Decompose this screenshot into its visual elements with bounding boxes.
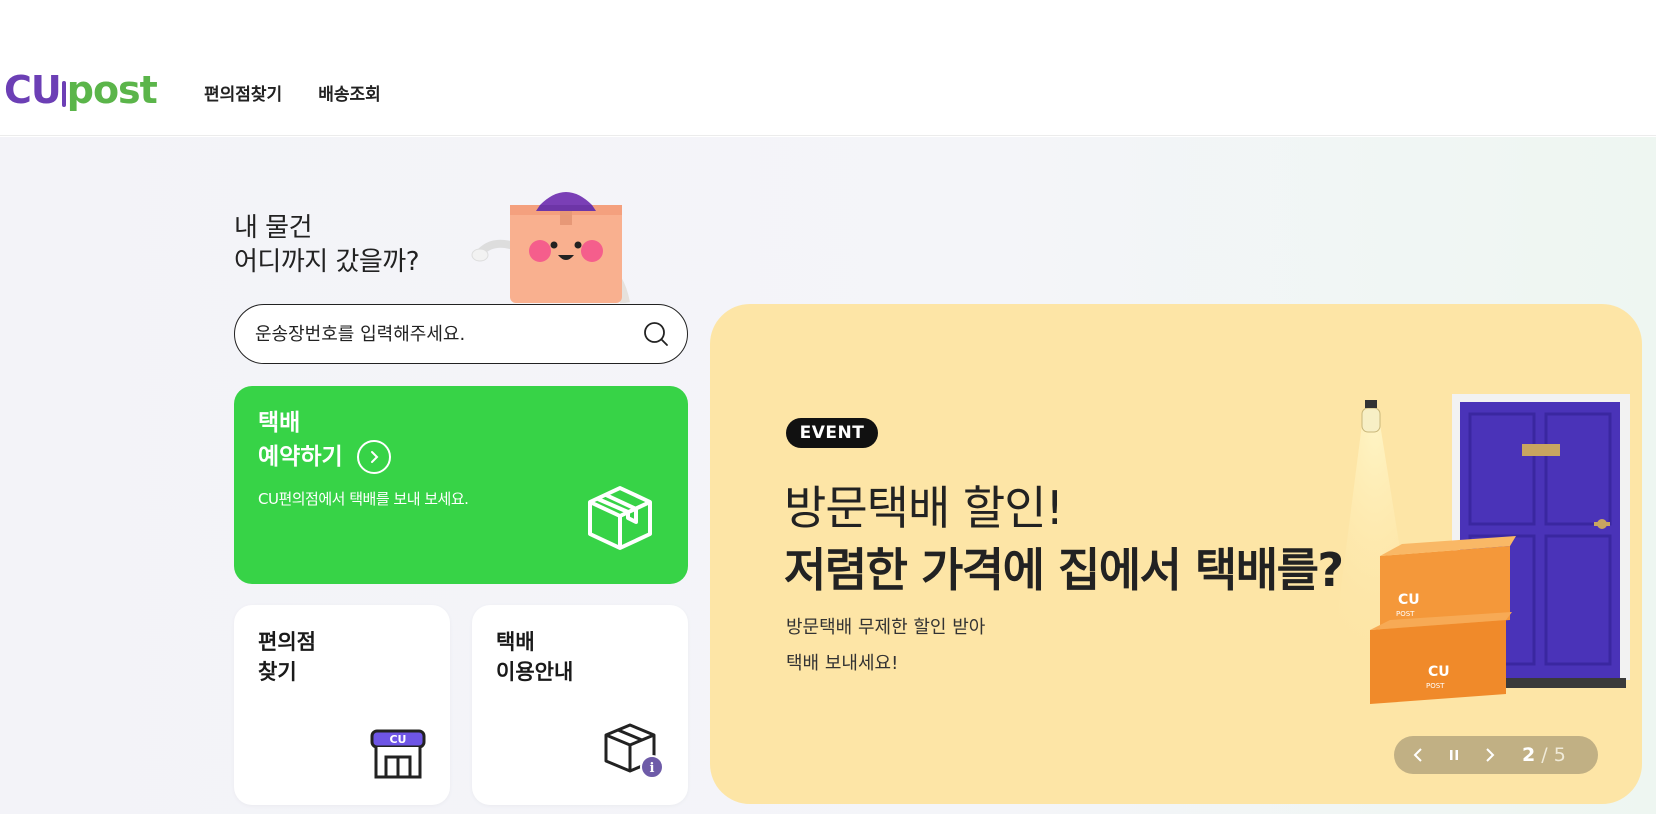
tracking-search-box — [234, 304, 688, 364]
nav-find-store[interactable]: 편의점찾기 — [204, 80, 282, 105]
next-slide-button[interactable] — [1482, 747, 1498, 763]
find-store-card-line2: 찾기 — [258, 660, 297, 684]
main-nav: 편의점찾기 배송조회 — [204, 80, 381, 105]
find-store-card[interactable]: 편의점 찾기 CU — [234, 605, 450, 805]
pause-slide-button[interactable] — [1446, 747, 1462, 763]
cupost-logo[interactable]: CU post — [4, 68, 158, 112]
logo-cu-text: CU — [4, 68, 62, 112]
site-header: CU post 편의점찾기 배송조회 — [0, 0, 1656, 136]
event-badge: EVENT — [786, 418, 878, 448]
search-icon[interactable] — [643, 321, 669, 347]
slide-separator: / — [1541, 744, 1548, 766]
box-label-top: CU — [1398, 592, 1420, 608]
box-sublabel-bottom: POST — [1426, 682, 1445, 690]
guide-card-line1: 택배 — [496, 630, 535, 654]
parcel-info-icon: i — [604, 723, 664, 779]
hero-title: 내 물건 어디까지 갔을까? — [234, 211, 420, 279]
parcel-box-icon — [588, 486, 652, 550]
banner-slider-controls: 2 / 5 — [1394, 736, 1598, 774]
arrow-right-icon[interactable] — [356, 440, 391, 474]
store-icon: CU — [370, 729, 426, 779]
reserve-card-title-line1: 택배 — [258, 410, 301, 436]
store-icon-label: CU — [389, 733, 406, 746]
box-character-illustration — [471, 192, 630, 303]
guide-card-line2: 이용안내 — [496, 660, 574, 684]
box-label-bottom: CU — [1428, 664, 1450, 680]
pause-icon — [1450, 750, 1458, 760]
hero-title-line2: 어디까지 갔을까? — [234, 247, 420, 277]
logo-post-text: post — [66, 68, 158, 112]
logo-mascot-icon — [61, 81, 66, 107]
delivery-guide-card[interactable]: 택배 이용안내 i — [472, 605, 688, 805]
hero-title-line1: 내 물건 — [234, 213, 313, 243]
svg-text:i: i — [650, 761, 655, 776]
slide-current: 2 — [1522, 744, 1536, 766]
banner-description: 방문택배 무제한 할인 받아 택배 보내세요! — [786, 610, 985, 682]
banner-desc-line2: 택배 보내세요! — [786, 653, 899, 674]
nav-tracking[interactable]: 배송조회 — [318, 80, 381, 105]
tracking-number-input[interactable] — [255, 323, 643, 345]
reserve-delivery-card[interactable]: 택배 예약하기 CU편의점에서 택배를 보내 보세요. — [234, 386, 688, 584]
hero-section: 내 물건 어디까지 갔을까? 택배 예약하기 CU편의점에서 택배를 — [0, 137, 1656, 814]
box-sublabel-top: POST — [1396, 610, 1415, 618]
find-store-card-line1: 편의점 — [258, 630, 316, 654]
banner-title-line2: 저렴한 가격에 집에서 택배를? — [784, 543, 1344, 597]
chevron-left-icon — [1413, 748, 1422, 762]
reserve-card-title-line2: 예약하기 — [258, 444, 343, 470]
banner-desc-line1: 방문택배 무제한 할인 받아 — [786, 617, 986, 638]
slide-total: 5 — [1553, 744, 1566, 766]
banner-title-line1: 방문택배 할인! — [784, 481, 1064, 535]
event-banner[interactable]: EVENT 방문택배 할인! 저렴한 가격에 집에서 택배를? 방문택배 무제한… — [710, 304, 1642, 804]
chevron-right-icon — [1486, 748, 1495, 762]
door-boxes-illustration: CU POST CU POST — [1330, 394, 1630, 704]
slide-counter: 2 / 5 — [1522, 744, 1566, 766]
prev-slide-button[interactable] — [1410, 747, 1426, 763]
